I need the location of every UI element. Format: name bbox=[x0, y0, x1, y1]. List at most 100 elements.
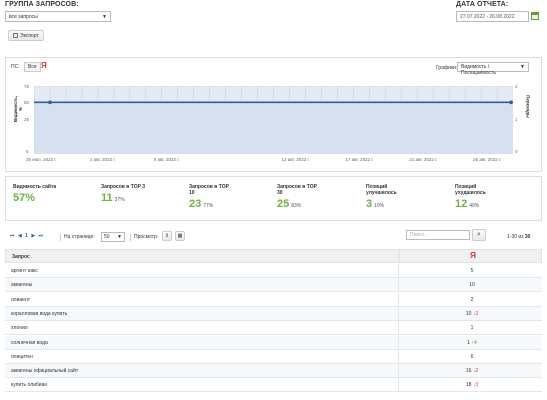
data-point bbox=[509, 100, 513, 105]
graphs-label: Графики: bbox=[436, 65, 458, 71]
per-page-select[interactable]: 50 ▼ bbox=[101, 232, 125, 242]
query-text: коралловая вода купить bbox=[11, 310, 68, 317]
ps-all-button[interactable]: Все bbox=[24, 62, 41, 72]
date-title: ДАТА ОТЧЕТА: bbox=[456, 1, 509, 8]
table-row[interactable]: аквагены 10 bbox=[5, 278, 542, 293]
stat-card: Позиций улучшилось 3 10% bbox=[366, 184, 446, 210]
x-axis: 28 июл. 2022 г. 1 авг. 2022 г. 5 авг. 2022… bbox=[26, 157, 513, 165]
col-divider bbox=[398, 292, 399, 307]
stat-value: 11 bbox=[101, 192, 113, 204]
position-value: 5 bbox=[470, 268, 474, 274]
stat-value: 23 bbox=[189, 198, 202, 210]
per-page-value: 50 bbox=[104, 234, 110, 240]
divider bbox=[60, 234, 61, 241]
table-row[interactable]: аргинт накс 5 bbox=[5, 264, 542, 278]
pager: ⏮ ◀ 1 ▶ ⏭ bbox=[10, 233, 43, 239]
x-tick: 28 июл. 2022 г. bbox=[26, 157, 57, 162]
col-divider bbox=[398, 306, 399, 321]
stat-percent: 10% bbox=[374, 203, 385, 209]
position-delta: 3 bbox=[475, 382, 479, 389]
query-text: хлонил bbox=[11, 325, 28, 332]
chevron-down-icon: ▼ bbox=[102, 14, 107, 20]
y2-tick: 1 bbox=[515, 117, 518, 122]
query-text: олиаент bbox=[11, 296, 30, 303]
position-delta: 2 bbox=[475, 368, 479, 375]
stat-label: Запросов в TOP 3 bbox=[101, 184, 146, 190]
stat-value: 12 bbox=[455, 198, 468, 210]
y2-tick: 0 bbox=[515, 149, 518, 154]
next-page-icon[interactable]: ▶ bbox=[31, 233, 35, 239]
stat-percent: 40% bbox=[469, 203, 480, 209]
stat-card: Запросов в TOP 30 25 83% bbox=[277, 184, 357, 210]
stat-percent: 77% bbox=[203, 203, 214, 209]
visibility-chart bbox=[34, 86, 513, 154]
y2-tick: 2 bbox=[515, 84, 518, 89]
stat-value: 57% bbox=[13, 192, 36, 204]
query-text: олицитен bbox=[11, 353, 33, 360]
search-input[interactable]: Поиск... bbox=[406, 230, 470, 240]
y-tick: 50 bbox=[24, 100, 30, 105]
col-divider bbox=[398, 278, 399, 293]
series-area bbox=[34, 102, 513, 154]
position-value: 10 bbox=[469, 282, 475, 289]
yandex-filter-icon[interactable]: Я bbox=[41, 61, 47, 70]
table-header: Запрос Я bbox=[5, 249, 542, 263]
graphs-select-value: Видимость / Посещаемость bbox=[461, 64, 496, 76]
x-tick: 17 авг. 2022 г. bbox=[345, 157, 374, 162]
table-row[interactable]: аквагены официальный сайт 16 ↓2 bbox=[5, 364, 542, 379]
prev-page-icon[interactable]: ◀ bbox=[18, 233, 22, 239]
col-query-header[interactable]: Запрос bbox=[12, 254, 30, 260]
x-tick: 1 авг. 2022 г. bbox=[89, 157, 116, 162]
graphs-select[interactable]: Видимость / Посещаемость ▼ bbox=[457, 62, 529, 76]
y-tick: 0 bbox=[26, 149, 29, 154]
grid-view-icon[interactable]: ▦ bbox=[175, 231, 185, 241]
position-delta: 4 bbox=[473, 339, 477, 346]
x-tick: 13 авг. 2022 г. bbox=[281, 157, 310, 162]
query-text: купить олибиан bbox=[11, 382, 48, 389]
stat-value: 25 bbox=[277, 198, 290, 210]
group-select[interactable]: все запросы ▼ bbox=[5, 11, 111, 22]
x-tick: 5 авг. 2022 г. bbox=[153, 157, 180, 162]
current-page[interactable]: 1 bbox=[25, 233, 28, 239]
stat-label: Позиций улучшилось bbox=[366, 184, 397, 196]
stat-percent: 37% bbox=[114, 197, 125, 203]
search-icon[interactable]: ⌕ bbox=[472, 229, 486, 241]
table-row[interactable]: купить олибиан 18 ↓3 bbox=[5, 378, 544, 393]
col-divider bbox=[398, 364, 399, 379]
y-tick: 25 bbox=[24, 117, 30, 122]
stat-percent: 83% bbox=[291, 203, 302, 209]
position-cell: 6 bbox=[400, 354, 544, 360]
calendar-icon[interactable] bbox=[531, 12, 539, 20]
table-row[interactable]: коралловая вода купить 10 ↓2 bbox=[5, 306, 542, 321]
stat-label: Позиций ухудшилось bbox=[455, 184, 486, 196]
position-delta: 2 bbox=[475, 310, 479, 317]
position-value: 2 bbox=[470, 296, 474, 303]
last-page-icon[interactable]: ⏭ bbox=[39, 233, 44, 239]
table-row[interactable]: олиаент 2 bbox=[5, 292, 542, 307]
export-button[interactable]: Экспорт bbox=[8, 30, 44, 41]
stat-value: 3 bbox=[366, 198, 373, 210]
stat-card: Запросов в TOP 10 23 77% bbox=[189, 184, 269, 210]
sort-icon[interactable]: ⇕ bbox=[162, 231, 172, 241]
divider bbox=[130, 234, 131, 241]
view-label: Просмотр: bbox=[134, 234, 159, 240]
date-range-input[interactable]: 27.07.2022 - 26.08.2022 bbox=[456, 11, 529, 22]
query-text: аквагены официальный сайт bbox=[11, 368, 79, 375]
position-cell: 5 bbox=[400, 268, 544, 274]
col-divider bbox=[399, 250, 400, 263]
group-select-value: все запросы bbox=[9, 14, 38, 20]
export-label: Экспорт bbox=[20, 33, 39, 39]
group-title: ГРУППА ЗАПРОСОВ: bbox=[5, 1, 79, 8]
y-axis-title: Видимость, % bbox=[13, 95, 23, 123]
position-cell: 18 ↓3 bbox=[400, 382, 544, 388]
position-value: 6 bbox=[470, 353, 474, 360]
table-row[interactable]: солнечная вода 1 ↑4 bbox=[5, 335, 544, 350]
first-page-icon[interactable]: ⏮ bbox=[10, 233, 15, 239]
range-text: 1-30 из bbox=[507, 234, 524, 240]
table-row[interactable]: олицитен 6 bbox=[5, 349, 544, 364]
stat-card: Позиций ухудшилось 12 40% bbox=[455, 184, 535, 210]
col-yandex-header[interactable]: Я bbox=[401, 251, 545, 260]
stat-card: Видимость сайта 57% bbox=[13, 184, 93, 204]
table-row[interactable]: хлонил 1 bbox=[5, 321, 542, 336]
position-cell: 1 ↑4 bbox=[400, 340, 544, 346]
